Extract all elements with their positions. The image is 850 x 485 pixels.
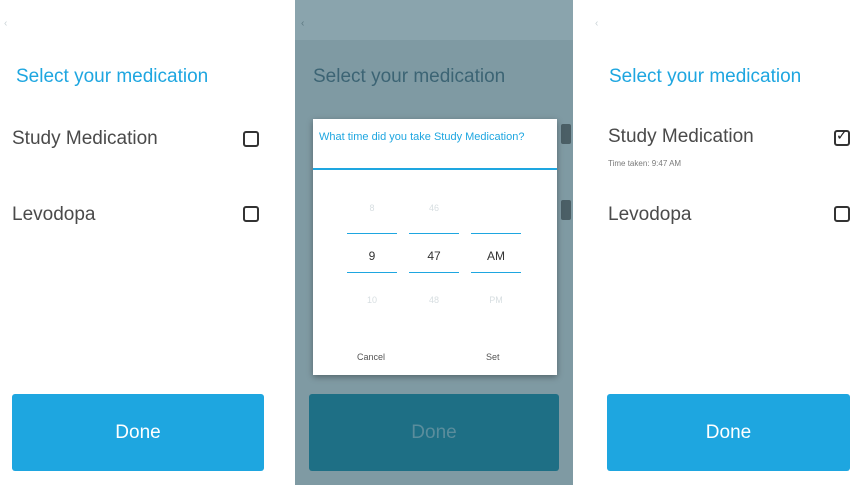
hour-highlight-top xyxy=(347,233,397,234)
medication-screen-selected: ‹ Select your medication Study Medicatio… xyxy=(593,0,850,485)
medication-screen-unselected: ‹ Select your medication Study Medicatio… xyxy=(0,0,283,485)
page-title: Select your medication xyxy=(16,66,209,87)
period-highlight-bottom xyxy=(471,272,521,273)
period-highlight-top xyxy=(471,233,521,234)
checkbox-levodopa[interactable] xyxy=(834,206,850,222)
hour-prev[interactable]: 8 xyxy=(347,203,397,213)
done-button: Done xyxy=(309,394,559,471)
checkbox-study-medication[interactable] xyxy=(834,128,850,146)
checkbox-levodopa xyxy=(561,200,571,220)
medication-label-levodopa: Levodopa xyxy=(12,204,96,225)
page-title: Select your medication xyxy=(313,66,506,87)
minute-value[interactable]: 47 xyxy=(409,249,459,263)
set-button[interactable]: Set xyxy=(486,352,500,362)
period-next[interactable]: PM xyxy=(471,295,521,305)
checkbox-study-medication[interactable] xyxy=(243,131,259,147)
hour-highlight-bottom xyxy=(347,272,397,273)
minute-highlight-top xyxy=(409,233,459,234)
medication-label-study: Study Medication xyxy=(12,128,158,149)
minute-prev[interactable]: 46 xyxy=(409,203,459,213)
hour-next[interactable]: 10 xyxy=(347,295,397,305)
hour-value[interactable]: 9 xyxy=(347,249,397,263)
dialog-title: What time did you take Study Medication? xyxy=(319,131,525,143)
checkbox-levodopa[interactable] xyxy=(243,206,259,222)
medication-label-study: Study Medication xyxy=(608,126,754,147)
done-button[interactable]: Done xyxy=(12,394,264,471)
period-value[interactable]: AM xyxy=(471,249,521,263)
medication-label-levodopa: Levodopa xyxy=(608,204,692,225)
minute-highlight-bottom xyxy=(409,272,459,273)
time-taken-text: Time taken: 9:47 AM xyxy=(608,159,682,168)
app-bar xyxy=(295,0,573,40)
done-button[interactable]: Done xyxy=(607,394,850,471)
checkbox-study-medication xyxy=(561,124,571,144)
page-title: Select your medication xyxy=(609,66,802,87)
dialog-title-divider xyxy=(313,168,557,170)
medication-screen-time-dialog: ‹ Select your medication Done What time … xyxy=(295,0,573,485)
back-icon[interactable]: ‹ xyxy=(595,18,598,29)
time-picker-dialog: What time did you take Study Medication?… xyxy=(313,119,557,375)
back-icon[interactable]: ‹ xyxy=(4,18,7,29)
back-icon[interactable]: ‹ xyxy=(301,18,304,29)
minute-next[interactable]: 48 xyxy=(409,295,459,305)
cancel-button[interactable]: Cancel xyxy=(357,352,385,362)
